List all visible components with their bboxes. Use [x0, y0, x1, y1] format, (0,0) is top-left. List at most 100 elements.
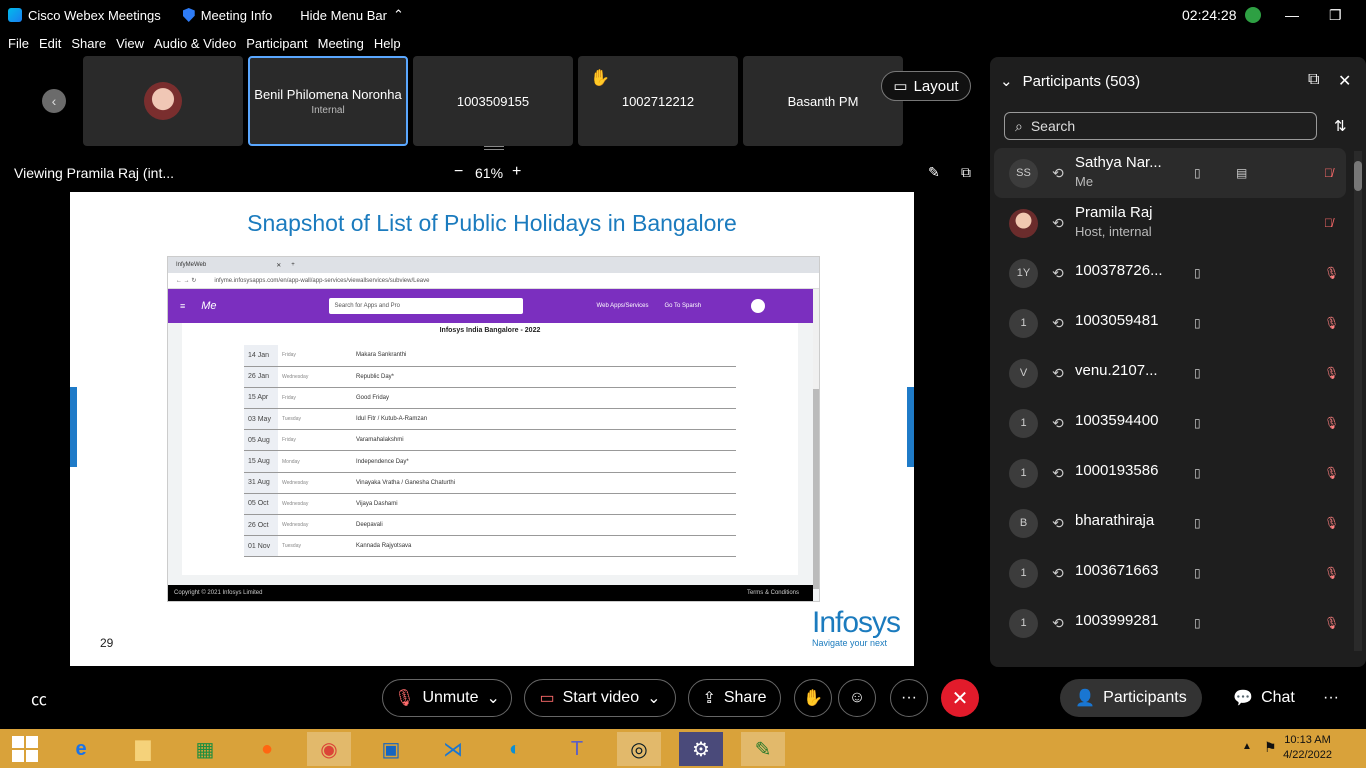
more-options-button[interactable]: ···	[890, 679, 928, 717]
menu-participant[interactable]: Participant	[246, 36, 307, 51]
close-panel-icon[interactable]: ✕	[1338, 71, 1351, 91]
menu-file[interactable]: File	[8, 36, 29, 51]
sort-icon[interactable]: ⇅	[1334, 117, 1347, 135]
holiday-name: Vinayaka Vratha / Ganesha Chaturthi	[352, 472, 736, 494]
zoom-in-button[interactable]: +	[512, 163, 521, 181]
excel-icon[interactable]: ▦	[183, 732, 227, 766]
menu-audio-video[interactable]: Audio & Video	[154, 36, 236, 51]
collapse-chevron-icon[interactable]: ⌄	[1000, 72, 1013, 90]
security-app-icon[interactable]: ▣	[369, 732, 413, 766]
share-label: Share	[723, 689, 767, 706]
reactions-button[interactable]: ☺	[838, 679, 876, 717]
hand-icon: ▯	[1194, 566, 1201, 580]
participant-row[interactable]: 1 ⟲ 1003999281 ▯ 🎙	[994, 598, 1346, 648]
participant-row[interactable]: ⟲ Pramila Raj Host, internal 🎙̸	[994, 198, 1346, 248]
video-tile-5[interactable]: Basanth PM	[743, 56, 903, 146]
menu-view[interactable]: View	[116, 36, 144, 51]
file-explorer-icon[interactable]: ▇	[121, 732, 165, 766]
closed-caption-icon[interactable]: ㏄	[20, 679, 58, 717]
audio-connection-icon: ⟲	[1052, 614, 1064, 631]
settings-icon[interactable]: ⚙	[679, 732, 723, 766]
participant-row[interactable]: 1 ⟲ 1000193586 ▯ 🎙	[994, 448, 1346, 498]
video-tile-2[interactable]: Benil Philomena Noronha Internal	[248, 56, 408, 146]
layout-icon: ▭	[893, 78, 908, 95]
mic-muted-icon[interactable]: 🎙	[1324, 616, 1339, 630]
menu-help[interactable]: Help	[374, 36, 401, 51]
share-button[interactable]: ⇪ Share	[688, 679, 781, 717]
video-tile-1[interactable]	[83, 56, 243, 146]
webex-taskbar-icon[interactable]: ◎	[617, 732, 661, 766]
chrome-icon[interactable]: ◉	[307, 732, 351, 766]
mic-muted-icon[interactable]: 🎙	[1324, 466, 1339, 480]
avatar: V	[1009, 358, 1038, 388]
participant-row[interactable]: SS ⟲ Sathya Nar... Me ▯ ▤ 🎙̸	[994, 148, 1346, 198]
mic-muted-icon[interactable]: 🎙̸	[1324, 216, 1333, 230]
hide-menu-bar-button[interactable]: Hide Menu Bar ⌃	[300, 7, 404, 23]
unmute-button[interactable]: 🎙 Unmute ⌄	[382, 679, 512, 717]
video-tile-3[interactable]: 1003509155	[413, 56, 573, 146]
viewing-label: Viewing Pramila Raj (int...	[14, 165, 175, 181]
slide-page-number: 29	[100, 636, 114, 650]
minimize-icon[interactable]: —	[1285, 7, 1299, 23]
mic-muted-icon[interactable]: 🎙̸	[1324, 166, 1333, 180]
participant-name: venu.2107...	[1075, 362, 1158, 379]
vscode-icon[interactable]: ⋊	[431, 732, 475, 766]
popout-icon[interactable]: ⧉	[1308, 71, 1319, 89]
teams-icon[interactable]: T	[555, 732, 599, 766]
menu-meeting[interactable]: Meeting	[318, 36, 364, 51]
zoom-out-button[interactable]: −	[454, 163, 463, 181]
mic-muted-icon[interactable]: 🎙	[1324, 366, 1339, 380]
network-tray-icon[interactable]: ⚑	[1264, 739, 1277, 756]
audio-connection-icon: ⟲	[1052, 414, 1064, 431]
start-video-button[interactable]: ▭ Start video ⌄	[524, 679, 676, 717]
caption-icon: ▤	[1236, 166, 1248, 180]
layout-button[interactable]: ▭ Layout	[881, 71, 971, 101]
notepad-icon[interactable]: ✎	[741, 732, 785, 766]
mic-muted-icon[interactable]: 🎙	[1324, 516, 1339, 530]
edge-icon[interactable]: ◐	[493, 732, 537, 766]
menu-share[interactable]: Share	[71, 36, 106, 51]
participant-row[interactable]: 1 ⟲ 1003059481 ▯ 🎙	[994, 298, 1346, 348]
participant-subtitle: Host, internal	[1075, 224, 1152, 239]
start-menu-icon[interactable]	[3, 732, 47, 766]
participant-row[interactable]: 1Y ⟲ 100378726... ▯ 🎙	[994, 248, 1346, 298]
panel-scrollbar[interactable]	[1354, 151, 1362, 651]
firefox-icon[interactable]: ●	[245, 732, 289, 766]
meeting-info-button[interactable]: Meeting Info	[182, 8, 272, 23]
shield-icon	[182, 8, 195, 22]
video-tile-4[interactable]: 1002712212 ✋	[578, 56, 738, 146]
mic-muted-icon[interactable]: 🎙	[1324, 416, 1339, 430]
maximize-icon[interactable]: ❐	[1329, 7, 1342, 24]
panel-more-button[interactable]: ···	[1312, 679, 1350, 717]
holiday-table: 14 Jan Friday Makara Sankranthi 26 Jan Wedne…	[244, 345, 736, 558]
strip-resize-handle[interactable]	[484, 146, 504, 150]
participant-row[interactable]: V ⟲ venu.2107... ▯ 🎙	[994, 348, 1346, 398]
internet-explorer-icon[interactable]: e	[59, 732, 103, 766]
hide-menu-label: Hide Menu Bar	[300, 7, 387, 23]
participants-title: Participants (503)	[1022, 72, 1141, 90]
raise-hand-button[interactable]: ✋	[794, 679, 832, 717]
participants-button[interactable]: 👤 Participants	[1060, 679, 1202, 717]
mic-muted-icon[interactable]: 🎙	[1324, 266, 1339, 280]
participant-search-input[interactable]: ⌕ Search	[1004, 112, 1317, 140]
hand-icon: ▯	[1194, 266, 1201, 280]
audio-connection-icon: ⟲	[1052, 464, 1064, 481]
mic-muted-icon[interactable]: 🎙	[1324, 566, 1339, 580]
annotate-icon[interactable]: ✎	[928, 164, 940, 181]
participant-row[interactable]: B ⟲ bharathiraja ▯ 🎙	[994, 498, 1346, 548]
leave-meeting-button[interactable]: ✕	[941, 679, 979, 717]
meeting-timer: 02:24:28	[1182, 7, 1237, 23]
tray-chevron-icon[interactable]: ▲	[1242, 741, 1252, 752]
title-bar: Cisco Webex Meetings Meeting Info Hide M…	[0, 0, 1366, 30]
participant-row[interactable]: 1 ⟲ 1003594400 ▯ 🎙	[994, 398, 1346, 448]
system-clock[interactable]: 10:13 AM 4/22/2022	[1283, 733, 1332, 763]
mic-muted-icon[interactable]: 🎙	[1324, 316, 1339, 330]
browser-urlbar: ← → ↻ infyme.infosysapps.com/en/app-wall/…	[168, 273, 819, 289]
participant-row[interactable]: 1 ⟲ 1003671663 ▯ 🎙	[994, 548, 1346, 598]
strip-prev-button[interactable]: ‹	[42, 89, 66, 113]
menu-edit[interactable]: Edit	[39, 36, 61, 51]
user-avatar-icon	[751, 299, 766, 313]
chat-button[interactable]: 💬 Chat	[1214, 679, 1314, 717]
popout-view-icon[interactable]: ⧉	[961, 164, 971, 181]
holiday-date: 03 May	[244, 408, 278, 431]
